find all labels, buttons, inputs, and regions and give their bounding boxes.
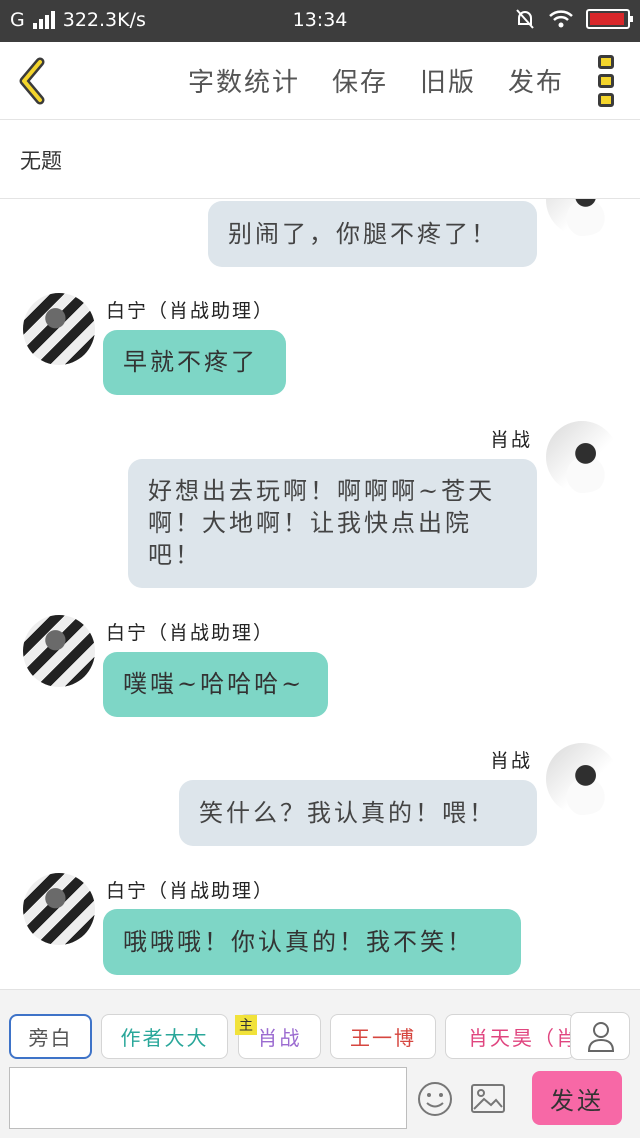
message-bubble[interactable]: 噗嗤~哈哈哈~ (103, 652, 328, 717)
message-bubble[interactable]: 别闹了，你腿不疼了！ (208, 201, 537, 267)
message-line: 好想出去玩啊！啊啊啊~苍天 (148, 477, 496, 505)
doc-title[interactable]: 无题 (0, 121, 640, 199)
composer: 旁白 作者大大 肖战 主 王一博 肖天昊（肖 发送 (0, 989, 640, 1138)
speaker-name: 肖战 (490, 429, 533, 451)
emoji-icon[interactable] (415, 1079, 455, 1119)
chat-area[interactable]: 别闹了，你腿不疼了！ 白宁（肖战助理） 早就不疼了 肖战 好想出去玩啊！啊啊啊~… (0, 199, 640, 989)
back-chevron-icon[interactable] (14, 56, 54, 106)
image-icon[interactable] (468, 1079, 508, 1119)
save-button[interactable]: 保存 (332, 62, 388, 99)
old-version-button[interactable]: 旧版 (420, 62, 476, 99)
avatar[interactable] (546, 743, 618, 815)
status-right (514, 8, 633, 30)
message-bubble[interactable]: 哦哦哦！你认真的！我不笑！ (103, 909, 521, 975)
message-line: 吧！ (148, 541, 202, 569)
speaker-name: 肖战 (490, 750, 533, 772)
message-bubble[interactable]: 早就不疼了 (103, 330, 286, 395)
role-chip-author[interactable]: 作者大大 (101, 1014, 228, 1059)
message-bubble[interactable]: 笑什么？我认真的！喂！ (179, 780, 537, 846)
more-menu-icon[interactable] (598, 55, 618, 107)
role-chip-wangyibo[interactable]: 王一博 (330, 1014, 436, 1059)
speaker-name: 白宁（肖战助理） (106, 622, 275, 644)
status-bar: G 322.3K/s 13:34 (0, 0, 640, 42)
avatar[interactable] (23, 873, 95, 945)
publish-button[interactable]: 发布 (508, 62, 564, 99)
message-line: 啊！大地啊！让我快点出院 (148, 509, 472, 537)
mute-bell-icon (516, 9, 534, 29)
message-input[interactable] (9, 1067, 407, 1129)
person-icon[interactable] (570, 1012, 630, 1060)
speaker-name: 白宁（肖战助理） (106, 300, 275, 322)
avatar[interactable] (23, 293, 95, 365)
top-bar: 字数统计 保存 旧版 发布 (0, 42, 640, 120)
word-count-button[interactable]: 字数统计 (188, 62, 300, 99)
avatar[interactable] (546, 421, 618, 493)
avatar[interactable] (23, 615, 95, 687)
battery-icon (586, 9, 633, 29)
wifi-icon (549, 10, 573, 28)
role-chip-xiaotianhao[interactable]: 肖天昊（肖 (445, 1014, 575, 1059)
avatar[interactable] (546, 199, 618, 236)
message-bubble[interactable]: 好想出去玩啊！啊啊啊~苍天 啊！大地啊！让我快点出院 吧！ (128, 459, 537, 588)
main-role-tag: 主 (235, 1015, 257, 1035)
role-chip-narrator[interactable]: 旁白 (9, 1014, 92, 1059)
send-button[interactable]: 发送 (532, 1071, 622, 1125)
speaker-name: 白宁（肖战助理） (106, 880, 275, 902)
top-nav: 字数统计 保存 旧版 发布 (188, 62, 564, 99)
